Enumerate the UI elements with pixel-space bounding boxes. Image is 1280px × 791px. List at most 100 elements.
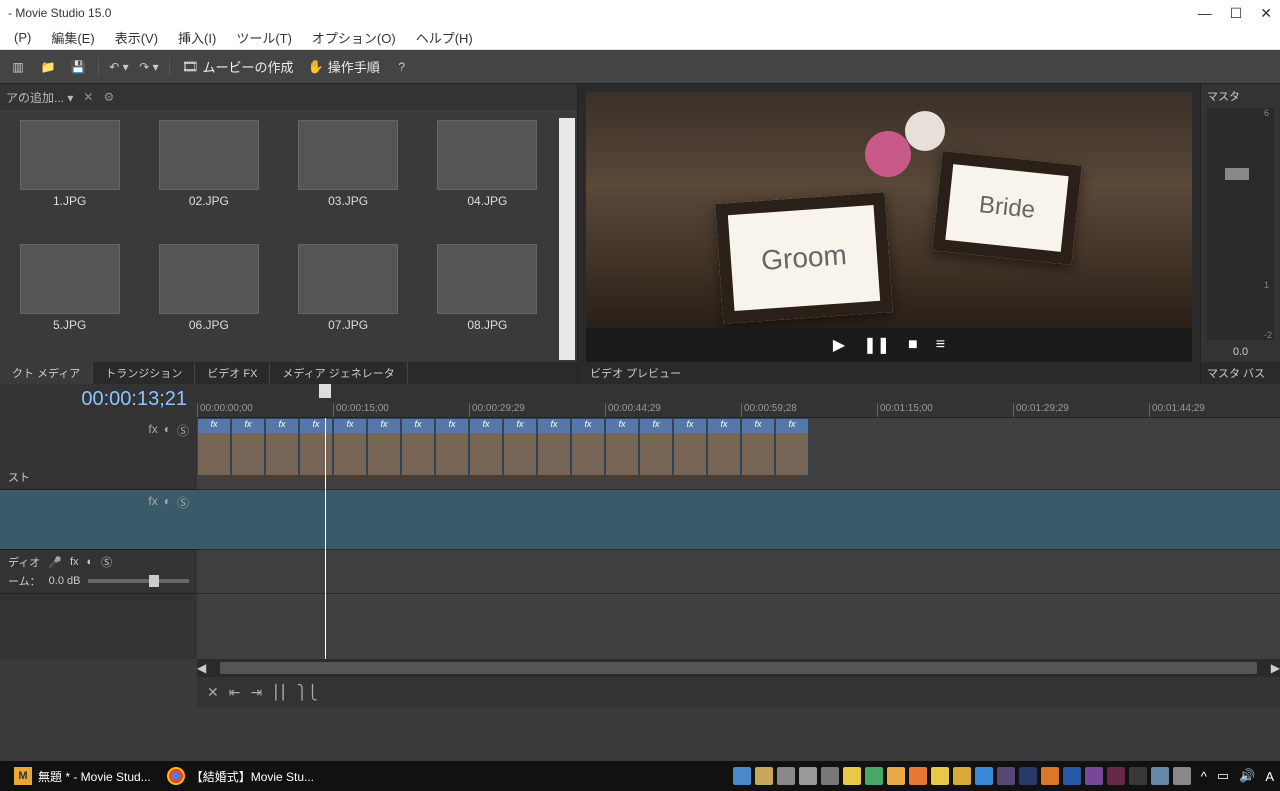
media-thumb[interactable]: 08.JPG (437, 240, 537, 360)
tray-app-icon[interactable] (865, 767, 883, 785)
timeline-clip[interactable]: fx (367, 418, 401, 476)
volume-slider[interactable] (88, 579, 189, 583)
mute-icon[interactable]: Ⓢ (177, 494, 189, 511)
media-thumb[interactable]: 07.JPG (298, 240, 398, 360)
undo-icon[interactable]: ↶ ▾ (107, 55, 131, 79)
timeline-clip[interactable]: fx (469, 418, 503, 476)
play-button[interactable]: ▶ (833, 335, 845, 355)
audio-track-lane[interactable] (197, 490, 1280, 550)
tray-app-icon[interactable] (909, 767, 927, 785)
minimize-button[interactable]: — (1198, 5, 1212, 22)
tab-media-generators[interactable]: メディア ジェネレータ (270, 362, 407, 384)
tab-project-media[interactable]: クト メディア (0, 362, 93, 384)
tray-app-icon[interactable] (777, 767, 795, 785)
maximize-button[interactable]: ☐ (1230, 5, 1243, 22)
menu-tools[interactable]: ツール(T) (226, 28, 302, 47)
media-thumb[interactable]: 5.JPG (20, 240, 120, 360)
timeline-clip[interactable]: fx (775, 418, 809, 476)
menu-options[interactable]: オプション(O) (302, 28, 406, 47)
tab-video-fx[interactable]: ビデオ FX (195, 362, 270, 384)
action-center-icon[interactable]: ▭ (1217, 768, 1229, 784)
video-track-header[interactable]: fx◐Ⓢ スト (0, 418, 197, 490)
time-ruler[interactable]: 00:00:00;0000:00:15;0000:00:29;2900:00:4… (197, 384, 1280, 418)
audio-track-header[interactable]: fx◐Ⓢ (0, 490, 197, 550)
tray-app-icon[interactable] (1129, 767, 1147, 785)
media-thumb[interactable]: 03.JPG (298, 116, 398, 236)
track-content[interactable]: fxfxfxfxfxfxfxfxfxfxfxfxfxfxfxfxfxfx (197, 418, 1280, 659)
gear-icon[interactable]: ⚙ (103, 90, 114, 104)
preview-tab[interactable]: ビデオ プレビュー (578, 362, 1200, 384)
extra-lane[interactable] (197, 550, 1280, 594)
automation-icon[interactable]: ◐ (87, 556, 94, 568)
media-thumb[interactable]: 02.JPG (159, 116, 259, 236)
pause-button[interactable]: ❚❚ (863, 335, 890, 355)
mic-icon[interactable]: 🎤 (48, 556, 62, 569)
tray-app-icon[interactable] (1107, 767, 1125, 785)
taskbar-item-chrome[interactable]: 【結婚式】Movie Stu... (159, 763, 322, 789)
tray-app-icon[interactable] (1041, 767, 1059, 785)
meter-handle[interactable] (1225, 168, 1249, 180)
menu-p[interactable]: (P) (4, 30, 41, 45)
timeline-clip[interactable]: fx (537, 418, 571, 476)
volume-icon[interactable]: 🔊 (1239, 768, 1255, 784)
timeline-clip[interactable]: fx (231, 418, 265, 476)
media-thumb[interactable]: 1.JPG (20, 116, 120, 236)
playhead-marker[interactable] (319, 384, 331, 398)
trim-start-icon[interactable]: ⇤ (229, 684, 241, 701)
tray-app-icon[interactable] (755, 767, 773, 785)
timeline-clip[interactable]: fx (707, 418, 741, 476)
tray-app-icon[interactable] (1151, 767, 1169, 785)
tray-app-icon[interactable] (1019, 767, 1037, 785)
timeline-clip[interactable]: fx (741, 418, 775, 476)
tray-app-icon[interactable] (1173, 767, 1191, 785)
timeline-clip[interactable]: fx (265, 418, 299, 476)
close-icon[interactable]: ✕ (83, 90, 93, 104)
automation-icon[interactable]: ◐ (164, 494, 171, 511)
tray-app-icon[interactable] (821, 767, 839, 785)
video-track-lane[interactable]: fxfxfxfxfxfxfxfxfxfxfxfxfxfxfxfxfxfx (197, 418, 1280, 490)
save-icon[interactable]: 💾 (66, 55, 90, 79)
tray-app-icon[interactable] (1085, 767, 1103, 785)
delete-icon[interactable]: ✕ (207, 684, 219, 701)
make-movie-button[interactable]: 🎞 ムービーの作成 (178, 57, 298, 76)
timeline-clip[interactable]: fx (639, 418, 673, 476)
fx-icon[interactable]: fx (70, 556, 79, 568)
tray-app-icon[interactable] (953, 767, 971, 785)
stop-button[interactable]: ■ (908, 336, 918, 354)
trim-end-icon[interactable]: ⇥ (250, 684, 262, 701)
tray-expand-icon[interactable]: ^ (1201, 769, 1207, 784)
menu-view[interactable]: 表示(V) (105, 28, 168, 47)
tab-transitions[interactable]: トランジション (93, 362, 195, 384)
timecode-display[interactable]: 00:00:13;21 (0, 384, 197, 418)
tray-app-icon[interactable] (931, 767, 949, 785)
automation-icon[interactable]: ◐ (164, 422, 171, 439)
timeline-clip[interactable]: fx (197, 418, 231, 476)
timeline-clip[interactable]: fx (605, 418, 639, 476)
menu-edit[interactable]: 編集(E) (41, 28, 104, 47)
timeline-clip[interactable]: fx (503, 418, 537, 476)
split-icon[interactable]: ⎮⎮ (272, 684, 287, 701)
timeline-clip[interactable]: fx (299, 418, 333, 476)
tray-app-icon[interactable] (799, 767, 817, 785)
scrollbar[interactable] (559, 118, 575, 360)
taskbar-item-moviestudio[interactable]: M 無題 * - Movie Stud... (6, 763, 159, 789)
tray-app-icon[interactable] (843, 767, 861, 785)
media-thumb[interactable]: 04.JPG (437, 116, 537, 236)
scroll-thumb[interactable] (220, 662, 1257, 674)
redo-icon[interactable]: ↷ ▾ (137, 55, 161, 79)
close-button[interactable]: ✕ (1260, 5, 1272, 22)
open-icon[interactable]: 📁 (36, 55, 60, 79)
media-thumb[interactable]: 06.JPG (159, 240, 259, 360)
media-add-dropdown[interactable]: アの追加... ▾ (6, 89, 73, 106)
ime-icon[interactable]: A (1265, 769, 1274, 784)
timeline-clip[interactable]: fx (333, 418, 367, 476)
timeline-clip[interactable]: fx (673, 418, 707, 476)
menu-icon[interactable]: ≡ (936, 336, 945, 354)
timeline-clip[interactable]: fx (401, 418, 435, 476)
timeline-clip[interactable]: fx (435, 418, 469, 476)
help-icon[interactable]: ? (390, 55, 414, 79)
solo-icon[interactable]: Ⓢ (101, 554, 112, 570)
project-icon[interactable]: ▥ (6, 55, 30, 79)
procedure-button[interactable]: ✋ 操作手順 (304, 57, 384, 76)
tray-app-icon[interactable] (975, 767, 993, 785)
